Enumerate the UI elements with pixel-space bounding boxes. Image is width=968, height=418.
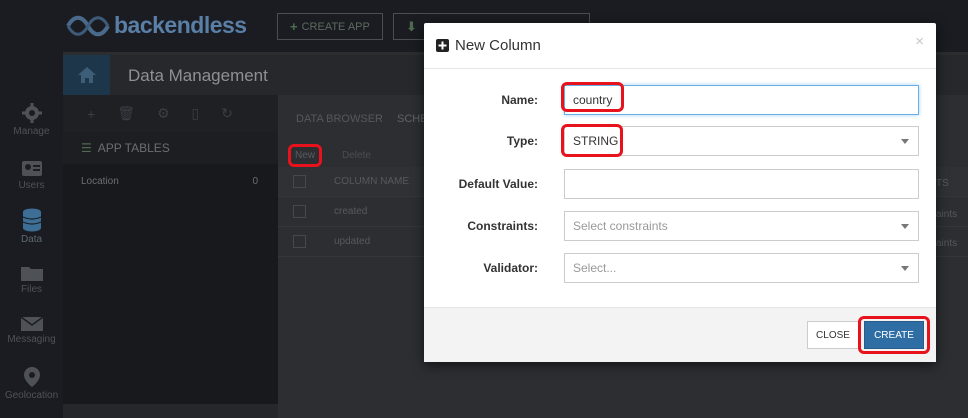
new-column-button[interactable]: New (288, 144, 323, 167)
create-app-button[interactable]: + CREATE APP (277, 13, 383, 40)
delete-button[interactable]: Delete (342, 150, 371, 161)
nav-geolocation[interactable]: Geolocation (0, 366, 63, 401)
download-icon: ⬇ (406, 18, 417, 34)
page-title: Data Management (128, 66, 268, 85)
tab-data-browser[interactable]: DATA BROWSER (296, 113, 383, 125)
tables-toolbar: + 🗑 ⚙ ▯ ↻ (63, 95, 278, 132)
grid-row-fragment: aints (936, 238, 958, 249)
nav-users[interactable]: Users (0, 158, 63, 191)
content-tabs: DATA BROWSER SCHE (296, 113, 428, 125)
plus-icon: + (290, 19, 298, 34)
nav-label: Geolocation (4, 390, 59, 401)
users-icon (21, 161, 42, 176)
table-count: 0 (252, 175, 258, 187)
folder-icon (20, 267, 43, 281)
validator-select[interactable]: Select... (564, 253, 919, 283)
chevron-down-icon (901, 224, 909, 229)
dialog-footer: CLOSE CREATE (424, 307, 936, 362)
validator-row: Validator: Select... (424, 253, 936, 283)
default-value-field-wrapper (564, 169, 919, 199)
nav-label: Manage (13, 126, 50, 137)
dialog-title: New Column (455, 37, 541, 54)
close-button[interactable]: CLOSE (807, 321, 859, 349)
envelope-icon (20, 316, 43, 331)
home-icon (77, 67, 96, 83)
trash-icon[interactable]: 🗑 (117, 105, 135, 122)
type-label: Type: (506, 134, 538, 148)
row-name: updated (334, 236, 371, 247)
constraints-placeholder: Select constraints (573, 219, 668, 233)
nav-data[interactable]: Data (0, 208, 63, 245)
nav-files[interactable]: Files (0, 264, 63, 295)
row-name: created (334, 206, 368, 217)
grid-header-fragment: TS (936, 178, 949, 189)
type-row: Type: STRING (424, 126, 936, 156)
column-name-header: COLUMN NAME (334, 176, 410, 187)
create-app-label: CREATE APP (301, 20, 370, 33)
database-icon (22, 208, 41, 232)
chevron-down-icon (901, 266, 909, 271)
nav-label: Messaging (7, 334, 56, 345)
nav-messaging[interactable]: Messaging (0, 316, 63, 345)
name-label: Name: (501, 93, 538, 107)
nav-label: Users (18, 180, 45, 191)
row-checkbox[interactable] (293, 205, 306, 218)
plus-square-icon (436, 39, 449, 52)
validator-placeholder: Select... (573, 261, 617, 275)
constraints-select[interactable]: Select constraints (564, 211, 919, 241)
select-all-checkbox[interactable] (293, 175, 306, 188)
default-value-label: Default Value: (458, 177, 538, 191)
nav-label: Data (20, 234, 43, 245)
nav-manage[interactable]: Manage (0, 102, 63, 137)
logo-text: backendless (114, 12, 247, 38)
type-select[interactable]: STRING (564, 126, 919, 156)
settings-icon[interactable]: ⚙ (157, 105, 170, 122)
map-pin-icon (23, 367, 40, 387)
row-checkbox[interactable] (293, 235, 306, 248)
app-tables-header: ☰ APP TABLES (63, 132, 278, 164)
table-name: Location (81, 175, 119, 187)
dialog-header: New Column × (424, 23, 936, 69)
refresh-icon[interactable]: ↻ (221, 105, 233, 122)
create-button[interactable]: CREATE (864, 321, 924, 349)
constraints-label: Constraints: (467, 219, 538, 233)
backendless-logo[interactable]: backendless (66, 12, 247, 39)
home-button[interactable] (63, 55, 110, 95)
table-item-location[interactable]: Location 0 (63, 168, 278, 194)
type-value: STRING (573, 134, 619, 148)
validator-label: Validator: (483, 261, 538, 275)
chevron-down-icon (901, 139, 909, 144)
schema-actions: New Delete (288, 144, 371, 167)
default-value-row: Default Value: (424, 169, 936, 199)
book-icon[interactable]: ▯ (192, 105, 200, 122)
close-icon[interactable]: × (915, 33, 924, 50)
logo-mark-icon (66, 15, 110, 36)
new-column-dialog: New Column × Name: Type: STRING Default … (424, 23, 936, 362)
name-row: Name: (424, 85, 936, 115)
left-nav: Manage Users Data Files Messaging Geoloc… (0, 52, 63, 418)
name-input[interactable] (573, 93, 910, 107)
grid-row-fragment: aints (936, 209, 958, 220)
tables-panel-footer (63, 404, 278, 418)
gear-icon (21, 103, 42, 123)
nav-label: Files (20, 284, 43, 295)
add-table-icon[interactable]: + (87, 106, 95, 122)
name-field-wrapper (564, 85, 919, 115)
constraints-row: Constraints: Select constraints (424, 211, 936, 241)
list-icon: ☰ (81, 141, 92, 155)
default-value-input[interactable] (573, 177, 910, 191)
app-tables-label: APP TABLES (97, 141, 170, 155)
tab-schema[interactable]: SCHE (397, 113, 428, 125)
